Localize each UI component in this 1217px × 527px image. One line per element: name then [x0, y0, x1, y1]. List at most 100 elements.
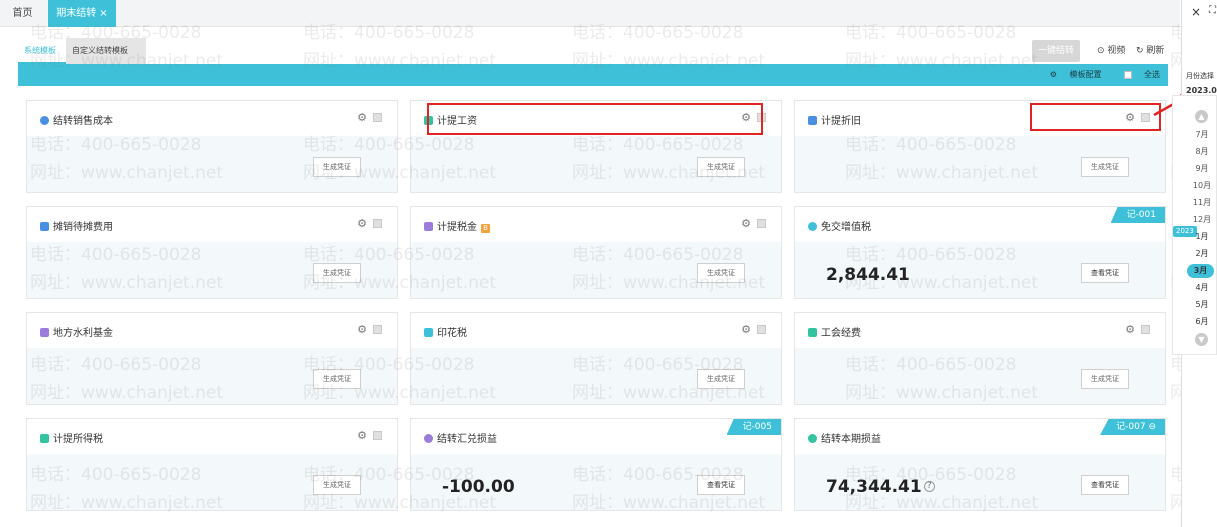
- settings-gear-icon[interactable]: ⚙: [741, 217, 751, 230]
- chevron-down-icon[interactable]: ▼: [1195, 333, 1208, 346]
- settings-gear-icon[interactable]: ⚙: [1125, 323, 1135, 336]
- card-title-text: 结转销售成本: [53, 116, 113, 127]
- generate-voucher-button[interactable]: 生成凭证: [1081, 369, 1129, 389]
- gear-icon: ⚙: [1049, 70, 1057, 79]
- month-item[interactable]: 8月: [1192, 146, 1212, 157]
- month-item[interactable]: 4月: [1192, 282, 1212, 293]
- select-all-label: 全选: [1144, 70, 1160, 79]
- generate-voucher-button[interactable]: 生成凭证: [313, 157, 361, 177]
- card-checkbox[interactable]: [757, 325, 766, 334]
- card-amount: -100.00: [442, 477, 515, 497]
- generate-voucher-button[interactable]: 生成凭证: [1081, 157, 1129, 177]
- card-title: 结转本期损益: [808, 430, 881, 445]
- refresh-button[interactable]: ↻ 刷新: [1136, 40, 1164, 62]
- month-item[interactable]: 10月: [1192, 180, 1212, 191]
- view-voucher-button[interactable]: 查看凭证: [697, 475, 745, 495]
- settings-gear-icon[interactable]: ⚙: [357, 111, 367, 124]
- card-title: 计提税金 B: [424, 218, 490, 233]
- badge-icon: B: [481, 224, 490, 233]
- generate-voucher-button[interactable]: 生成凭证: [313, 475, 361, 495]
- refresh-label: 刷新: [1146, 46, 1165, 56]
- video-label: 视频: [1107, 46, 1126, 56]
- month-item[interactable]: 3月: [1187, 264, 1214, 278]
- month-item[interactable]: 7月: [1192, 129, 1212, 140]
- closing-card: 结转本期损益 记-007 ⊖ 74,344.41? 查看凭证: [794, 418, 1166, 511]
- card-checkbox[interactable]: [1141, 325, 1150, 334]
- card-title-text: 结转汇兑损益: [437, 434, 497, 445]
- chevron-up-icon[interactable]: ▲: [1195, 110, 1208, 123]
- card-type-icon: [40, 434, 49, 443]
- generate-voucher-button[interactable]: 生成凭证: [313, 263, 361, 283]
- video-button[interactable]: ⊙ 视频: [1097, 40, 1125, 62]
- tab-custom-template[interactable]: 自定义结转模板: [66, 38, 146, 64]
- refresh-icon: ↻: [1136, 46, 1144, 56]
- closing-card: 印花税 ⚙ 生成凭证: [410, 312, 782, 405]
- tab-period-end-closing[interactable]: 期末结转 ×: [48, 0, 116, 27]
- card-title: 计提所得税: [40, 430, 103, 445]
- card-title-text: 结转本期损益: [821, 434, 881, 445]
- card-type-icon: [808, 116, 817, 125]
- card-checkbox[interactable]: [757, 219, 766, 228]
- card-title-text: 计提税金: [437, 222, 477, 233]
- card-type-icon: [424, 328, 433, 337]
- template-config-button[interactable]: ⚙ 模板配置: [1040, 70, 1102, 79]
- highlight-box-payroll: [427, 103, 763, 135]
- generate-voucher-button[interactable]: 生成凭证: [313, 369, 361, 389]
- tab-home[interactable]: 首页: [0, 0, 45, 27]
- card-checkbox[interactable]: [373, 113, 382, 122]
- tab-system-template[interactable]: 系统模板: [18, 38, 66, 64]
- closing-card: 计提税金 B ⚙ 生成凭证: [410, 206, 782, 299]
- card-title-text: 计提折旧: [821, 116, 861, 127]
- settings-gear-icon[interactable]: ⚙: [357, 217, 367, 230]
- month-picker-label: 月份选择: [1186, 72, 1214, 80]
- card-checkbox[interactable]: [373, 325, 382, 334]
- closing-card: 结转销售成本 ⚙ 生成凭证: [26, 100, 398, 193]
- amount-value: 2,844.41: [826, 265, 910, 285]
- voucher-ribbon[interactable]: 记-005: [726, 419, 781, 435]
- month-item[interactable]: 12月: [1192, 214, 1212, 225]
- action-bar: ⚙ 模板配置 全选: [18, 64, 1168, 86]
- month-item[interactable]: 1月: [1192, 231, 1212, 242]
- amount-value: -100.00: [442, 477, 515, 497]
- month-item[interactable]: 5月: [1192, 299, 1212, 310]
- card-title-text: 摊销待摊费用: [53, 222, 113, 233]
- help-icon[interactable]: ?: [923, 481, 935, 492]
- closing-card: 计提所得税 ⚙ 生成凭证: [26, 418, 398, 511]
- close-icon[interactable]: ×: [1191, 5, 1201, 19]
- checkbox-icon: [1124, 70, 1132, 79]
- card-checkbox[interactable]: [373, 219, 382, 228]
- voucher-number: 记-005: [742, 422, 772, 432]
- card-type-icon: [424, 222, 433, 231]
- play-icon: ⊙: [1097, 46, 1105, 56]
- voucher-number: 记-001: [1126, 210, 1156, 220]
- generate-voucher-button[interactable]: 生成凭证: [697, 157, 745, 177]
- settings-gear-icon[interactable]: ⚙: [741, 323, 751, 336]
- select-all-checkbox[interactable]: 全选: [1114, 70, 1160, 79]
- settings-gear-icon[interactable]: ⚙: [357, 323, 367, 336]
- month-item[interactable]: 11月: [1192, 197, 1212, 208]
- generate-voucher-button[interactable]: 生成凭证: [697, 263, 745, 283]
- view-voucher-button[interactable]: 查看凭证: [1081, 263, 1129, 283]
- voucher-number: 记-007: [1116, 422, 1146, 432]
- card-title-text: 免交增值税: [821, 222, 871, 233]
- delete-icon[interactable]: ⊖: [1148, 422, 1156, 432]
- tab-bar: 首页 期末结转 ×: [0, 0, 1180, 27]
- highlight-box-depreciation: [1030, 103, 1161, 131]
- month-item[interactable]: 9月: [1192, 163, 1212, 174]
- card-checkbox[interactable]: [373, 431, 382, 440]
- generate-voucher-button[interactable]: 生成凭证: [697, 369, 745, 389]
- closing-card: 工会经费 ⚙ 生成凭证: [794, 312, 1166, 405]
- month-item[interactable]: 6月: [1192, 316, 1212, 327]
- card-type-icon: [40, 328, 49, 337]
- card-type-icon: [808, 222, 817, 231]
- card-type-icon: [808, 434, 817, 443]
- voucher-ribbon[interactable]: 记-001: [1110, 207, 1165, 223]
- voucher-ribbon[interactable]: 记-007 ⊖: [1100, 419, 1165, 435]
- fullscreen-icon[interactable]: ⛶: [1209, 5, 1216, 16]
- month-item[interactable]: 2月: [1192, 248, 1212, 259]
- close-icon[interactable]: ×: [99, 8, 107, 19]
- view-voucher-button[interactable]: 查看凭证: [1081, 475, 1129, 495]
- card-title: 免交增值税: [808, 218, 871, 233]
- settings-gear-icon[interactable]: ⚙: [357, 429, 367, 442]
- batch-closing-button[interactable]: 一键结转: [1032, 40, 1080, 62]
